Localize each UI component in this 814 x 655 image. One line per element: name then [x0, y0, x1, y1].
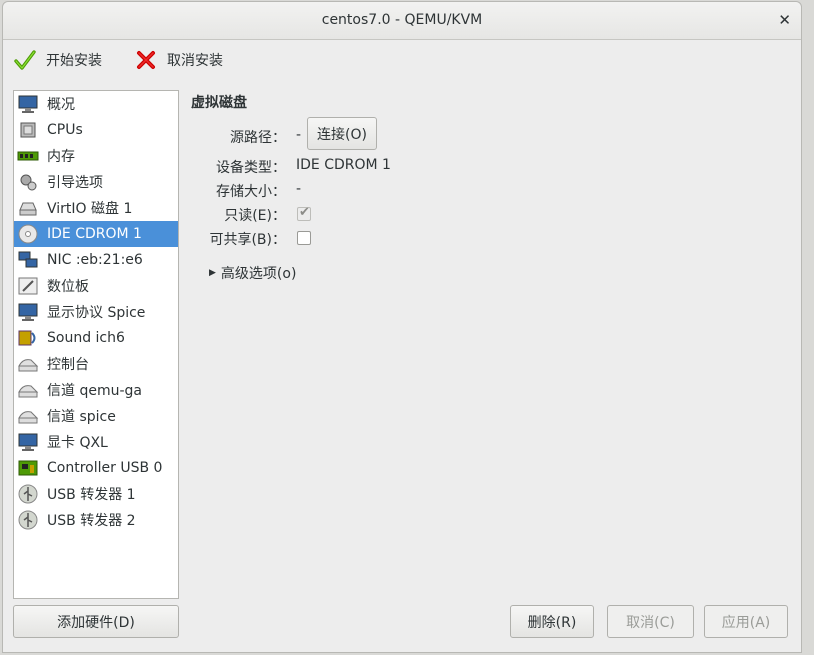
sidebar-item-label: Sound ich6	[47, 330, 125, 346]
channel-icon	[18, 385, 39, 398]
sound-icon	[18, 330, 36, 346]
sidebar-item-usb-redirector-2[interactable]: USB 转发器 2	[14, 507, 178, 533]
sidebar-item-label: VirtIO 磁盘 1	[47, 201, 133, 217]
sidebar-item-label: USB 转发器 2	[47, 513, 136, 529]
sidebar-item-label: 内存	[47, 149, 75, 165]
controller-icon	[18, 460, 38, 476]
network-icon	[18, 251, 38, 268]
hardware-list[interactable]: 概况 CPUs 内存 引导选项 VirtIO 磁盘 1 IDE CDROM 1	[13, 90, 179, 599]
device-type-value: IDE CDROM 1	[296, 157, 391, 173]
apply-button[interactable]: 应用(A)	[704, 605, 788, 638]
cancel-button[interactable]: 取消(C)	[607, 605, 694, 638]
shareable-checkbox[interactable]	[297, 231, 311, 245]
sidebar-item-label: 信道 spice	[47, 409, 116, 425]
sidebar-item-virtio-disk[interactable]: VirtIO 磁盘 1	[14, 195, 178, 221]
video-card-icon	[18, 433, 38, 451]
sidebar-item-label: 引导选项	[47, 175, 103, 191]
sidebar-item-usb-redirector-1[interactable]: USB 转发器 1	[14, 481, 178, 507]
connect-button[interactable]: 连接(O)	[307, 117, 377, 150]
source-path-value: -	[296, 127, 302, 143]
cancel-installation-button[interactable]: 取消安装	[135, 48, 223, 72]
cpu-icon	[20, 122, 36, 138]
checkmark-icon	[14, 50, 36, 70]
advanced-options-label: 高级选项(o)	[220, 266, 297, 282]
sidebar-item-ide-cdrom[interactable]: IDE CDROM 1	[14, 221, 178, 247]
usb-redirector-icon	[18, 484, 38, 504]
memory-icon	[17, 151, 39, 161]
sidebar-item-display-spice[interactable]: 显示协议 Spice	[14, 299, 178, 325]
boot-options-icon	[20, 174, 37, 191]
sidebar-item-label: USB 转发器 1	[47, 487, 136, 503]
sidebar-item-tablet[interactable]: 数位板	[14, 273, 178, 299]
sidebar-item-nic[interactable]: NIC :eb:21:e6	[14, 247, 178, 273]
readonly-checkbox[interactable]: ✔	[297, 205, 311, 221]
monitor-icon	[18, 95, 38, 113]
close-button[interactable]: ✕	[778, 11, 791, 29]
serial-icon	[18, 359, 39, 372]
sidebar-item-overview[interactable]: 概况	[14, 91, 178, 117]
sidebar-item-label: Controller USB 0	[47, 460, 163, 476]
cancel-installation-label: 取消安装	[167, 53, 223, 69]
advanced-options-expander[interactable]: ▶ 高级选项(o)	[209, 263, 296, 283]
sidebar-item-memory[interactable]: 内存	[14, 143, 178, 169]
sidebar-item-sound[interactable]: Sound ich6	[14, 325, 178, 351]
shareable-label: 可共享(B)：	[209, 232, 286, 248]
disk-icon	[19, 202, 37, 216]
sidebar-item-console[interactable]: 控制台	[14, 351, 178, 377]
checkmark-icon: ✔	[299, 205, 310, 220]
tablet-icon	[18, 277, 38, 295]
window-title: centos7.0 - QEMU/KVM	[321, 12, 483, 28]
sidebar-item-label: NIC :eb:21:e6	[47, 252, 143, 268]
section-title: 虚拟磁盘	[191, 95, 247, 111]
add-hardware-button[interactable]: 添加硬件(D)	[13, 605, 179, 638]
storage-size-value: -	[296, 181, 302, 197]
begin-installation-label: 开始安装	[46, 53, 102, 69]
usb-redirector-icon	[18, 510, 38, 530]
sidebar-item-label: CPUs	[47, 122, 83, 138]
display-icon	[18, 303, 38, 321]
sidebar-item-channel-spice[interactable]: 信道 spice	[14, 403, 178, 429]
remove-button[interactable]: 删除(R)	[510, 605, 594, 638]
device-type-label: 设备类型：	[216, 160, 286, 176]
sidebar-item-label: 显示协议 Spice	[47, 305, 146, 321]
sidebar-item-label: 控制台	[47, 357, 89, 373]
sidebar-item-label: IDE CDROM 1	[47, 226, 142, 242]
expander-arrow-icon: ▶	[209, 268, 216, 278]
source-path-label: 源路径：	[230, 130, 286, 146]
sidebar-item-boot-options[interactable]: 引导选项	[14, 169, 178, 195]
sidebar-item-label: 概况	[47, 97, 75, 113]
sidebar-item-label: 数位板	[47, 279, 89, 295]
sidebar-item-controller-usb[interactable]: Controller USB 0	[14, 455, 178, 481]
channel-icon	[18, 411, 39, 424]
cdrom-icon	[18, 224, 38, 244]
sidebar-item-video-qxl[interactable]: 显卡 QXL	[14, 429, 178, 455]
sidebar-item-cpus[interactable]: CPUs	[14, 117, 178, 143]
sidebar-item-label: 信道 qemu-ga	[47, 383, 142, 399]
begin-installation-button[interactable]: 开始安装	[14, 48, 102, 72]
sidebar-item-label: 显卡 QXL	[47, 435, 108, 451]
title-bar: centos7.0 - QEMU/KVM ✕	[3, 2, 801, 40]
readonly-label: 只读(E)：	[224, 208, 286, 224]
red-x-icon	[137, 51, 155, 69]
storage-size-label: 存储大小：	[216, 184, 286, 200]
sidebar-item-channel-qemu-ga[interactable]: 信道 qemu-ga	[14, 377, 178, 403]
